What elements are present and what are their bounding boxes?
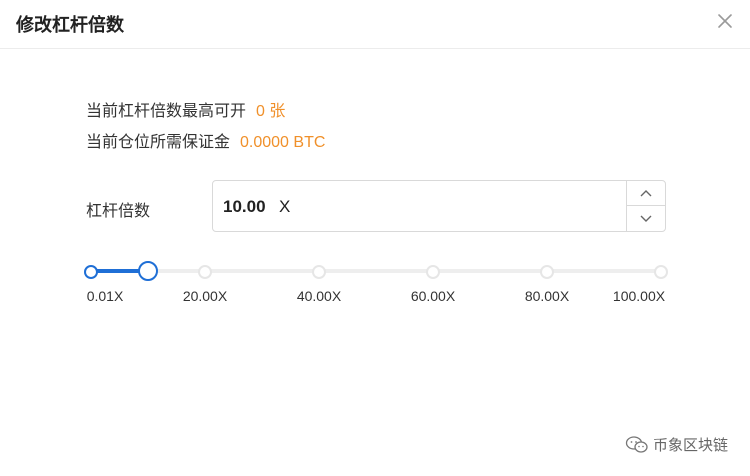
margin-value: 0.0000 BTC <box>240 134 326 151</box>
slider-dot[interactable] <box>426 265 440 279</box>
stepper-up-button[interactable] <box>627 181 665 206</box>
margin-label: 当前仓位所需保证金 <box>86 132 231 151</box>
leverage-unit: X <box>279 197 291 216</box>
slider-rail[interactable] <box>91 269 661 273</box>
slider-mark-label[interactable]: 100.00X <box>613 288 665 304</box>
slider-mark-label[interactable]: 20.00X <box>183 288 227 304</box>
max-open-value: 0 张 <box>256 103 286 120</box>
max-open-label: 当前杠杆倍数最高可开 <box>86 101 247 120</box>
watermark: 币象区块链 <box>625 434 728 455</box>
chevron-down-icon <box>640 215 652 222</box>
leverage-input[interactable]: 10.00 X <box>212 180 666 232</box>
leverage-input-value[interactable]: 10.00 <box>223 197 266 217</box>
max-open-info: 当前杠杆倍数最高可开 0 张 <box>86 97 285 121</box>
margin-info: 当前仓位所需保证金 0.0000 BTC <box>86 128 325 152</box>
leverage-slider[interactable] <box>84 256 668 286</box>
slider-handle[interactable] <box>138 261 158 281</box>
watermark-text: 币象区块链 <box>652 436 728 454</box>
chevron-up-icon <box>640 190 652 197</box>
slider-dot[interactable] <box>312 265 326 279</box>
leverage-label: 杠杆倍数 <box>86 201 151 220</box>
slider-mark-label[interactable]: 80.00X <box>525 288 569 304</box>
dialog-header: 修改杠杆倍数 <box>0 0 750 49</box>
wechat-icon <box>625 435 648 453</box>
slider-dot[interactable] <box>540 265 554 279</box>
slider-dot[interactable] <box>198 265 212 279</box>
stepper-down-button[interactable] <box>627 206 665 231</box>
leverage-dialog: 修改杠杆倍数 当前杠杆倍数最高可开 0 张 当前仓位所需保证金 0.0000 BTC… <box>0 0 750 476</box>
slider-mark-label[interactable]: 60.00X <box>411 288 455 304</box>
slider-dot[interactable] <box>84 265 98 279</box>
dialog-title: 修改杠杆倍数 <box>16 15 124 36</box>
slider-marks: 0.01X 20.00X 40.00X 60.00X 80.00X 100.00X <box>86 288 666 308</box>
slider-mark-label[interactable]: 40.00X <box>297 288 341 304</box>
close-icon[interactable] <box>716 12 734 30</box>
slider-mark-label[interactable]: 0.01X <box>87 288 124 304</box>
leverage-stepper <box>626 181 665 231</box>
slider-dot[interactable] <box>654 265 668 279</box>
